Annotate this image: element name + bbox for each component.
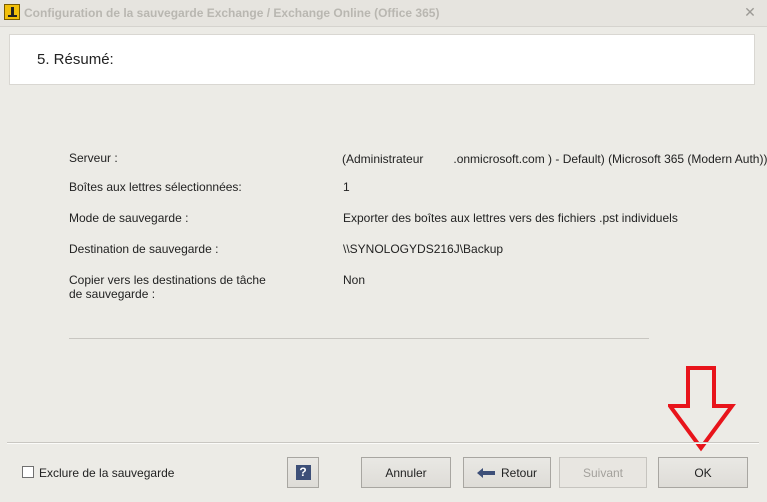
mailboxes-label: Boîtes aux lettres sélectionnées: — [69, 180, 242, 194]
destination-value: \\SYNOLOGYDS216J\Backup — [343, 242, 504, 256]
mode-value: Exporter des boîtes aux lettres vers des… — [343, 211, 678, 225]
server-value-prefix: (Administrateur — [342, 152, 424, 166]
destination-label: Destination de sauvegarde : — [69, 242, 219, 256]
copy-label-line1: Copier vers les destinations de tâche — [69, 273, 266, 287]
close-icon[interactable]: ✕ — [741, 3, 759, 21]
step-header: 5. Résumé: — [9, 34, 755, 85]
server-label: Serveur : — [69, 151, 118, 165]
app-icon — [4, 4, 20, 20]
next-button[interactable]: Suivant — [559, 457, 647, 488]
mailboxes-value: 1 — [343, 180, 350, 194]
arrow-left-icon — [476, 467, 495, 478]
help-icon: ? — [295, 465, 311, 480]
help-button[interactable]: ? — [287, 457, 319, 488]
window-title: Configuration de la sauvegarde Exchange … — [24, 6, 440, 20]
ok-button-label: OK — [694, 465, 712, 480]
exclude-checkbox-box[interactable] — [22, 466, 34, 478]
title-bar: Configuration de la sauvegarde Exchange … — [0, 0, 767, 27]
summary-divider — [69, 338, 649, 339]
back-button-label: Retour — [500, 465, 538, 480]
server-value: (Administrateur .onmicrosoft.com ) - Defa… — [342, 153, 767, 166]
cancel-button[interactable]: Annuler — [361, 457, 451, 488]
mode-label: Mode de sauvegarde : — [69, 211, 189, 225]
server-value-suffix: .onmicrosoft.com ) - Default) (Microsoft… — [453, 152, 767, 166]
back-button[interactable]: Retour — [463, 457, 551, 488]
next-button-label: Suivant — [582, 465, 624, 480]
ok-button[interactable]: OK — [658, 457, 748, 488]
copy-value: Non — [343, 273, 366, 287]
footer-divider — [7, 442, 759, 444]
exclude-checkbox-label[interactable]: Exclure de la sauvegarde — [39, 466, 174, 480]
copy-label-line2: de sauvegarde : — [69, 287, 156, 301]
cancel-button-label: Annuler — [385, 465, 427, 480]
annotation-arrow-icon — [668, 366, 736, 452]
step-title: 5. Résumé: — [37, 51, 114, 68]
